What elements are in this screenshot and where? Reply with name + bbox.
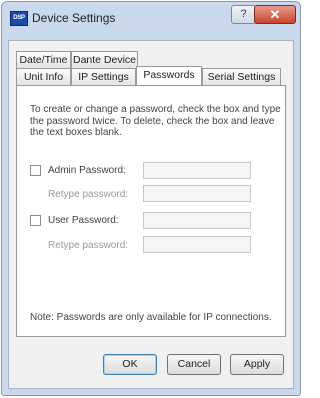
passwords-panel: To create or change a password, check th… (16, 85, 286, 337)
close-icon: ✕ (269, 7, 281, 22)
tab-ip-settings[interactable]: IP Settings (71, 68, 136, 85)
dialog-body: Date/Time Dante Device Unit Info IP Sett… (8, 40, 294, 389)
app-icon: DSP (10, 11, 28, 26)
user-password-label: User Password: (48, 215, 119, 226)
admin-password-label: Admin Password: (48, 165, 126, 176)
tab-unit-info[interactable]: Unit Info (16, 68, 71, 85)
help-icon: ? (240, 8, 247, 20)
device-settings-window: DSP Device Settings ? ✕ Date/Time Dante … (1, 1, 301, 396)
admin-retype-field[interactable] (143, 185, 251, 202)
user-retype-field[interactable] (143, 236, 251, 253)
admin-password-field[interactable] (143, 162, 251, 179)
apply-button[interactable]: Apply (230, 354, 284, 375)
admin-retype-label: Retype password: (48, 189, 129, 200)
user-password-field[interactable] (143, 212, 251, 229)
tab-passwords[interactable]: Passwords (136, 66, 202, 85)
admin-password-checkbox[interactable] (30, 165, 41, 176)
close-button[interactable]: ✕ (254, 5, 296, 24)
note-text: Note: Passwords are only available for I… (30, 312, 272, 323)
user-retype-label: Retype password: (48, 240, 129, 251)
cancel-button[interactable]: Cancel (167, 354, 221, 375)
tab-date-time[interactable]: Date/Time (16, 51, 71, 68)
tab-dante-device[interactable]: Dante Device (71, 51, 138, 68)
user-password-checkbox[interactable] (30, 215, 41, 226)
ok-button[interactable]: OK (103, 354, 157, 375)
instructions-text: To create or change a password, check th… (30, 104, 281, 138)
title-bar[interactable]: DSP Device Settings ? ✕ (2, 2, 300, 32)
tab-serial-settings[interactable]: Serial Settings (202, 68, 281, 85)
window-title: Device Settings (32, 11, 116, 25)
help-button[interactable]: ? (231, 5, 256, 24)
